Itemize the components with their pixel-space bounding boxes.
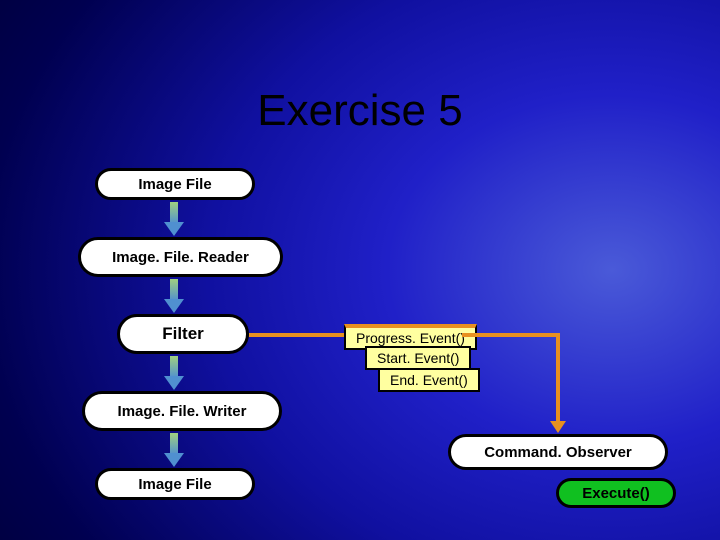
node-command-observer: Command. Observer (448, 434, 668, 470)
arrow-icon (170, 279, 178, 301)
arrow-head-icon (164, 376, 184, 390)
node-execute: Execute() (556, 478, 676, 508)
node-image-file-bottom: Image File (95, 468, 255, 500)
node-filter: Filter (117, 314, 249, 354)
arrow-icon (170, 433, 178, 455)
arrow-icon (170, 202, 178, 224)
arrow-head-icon (164, 222, 184, 236)
event-end: End. Event() (378, 368, 480, 392)
connector-icon (249, 333, 344, 337)
slide-title: Exercise 5 (0, 86, 720, 136)
arrow-head-icon (164, 453, 184, 467)
arrow-head-icon (550, 421, 566, 433)
node-image-file-top: Image File (95, 168, 255, 200)
node-image-file-writer: Image. File. Writer (82, 391, 282, 431)
arrow-icon (170, 356, 178, 378)
arrow-head-icon (164, 299, 184, 313)
event-start: Start. Event() (365, 346, 471, 370)
connector-icon (556, 333, 560, 423)
node-image-file-reader: Image. File. Reader (78, 237, 283, 277)
connector-icon (462, 333, 558, 337)
